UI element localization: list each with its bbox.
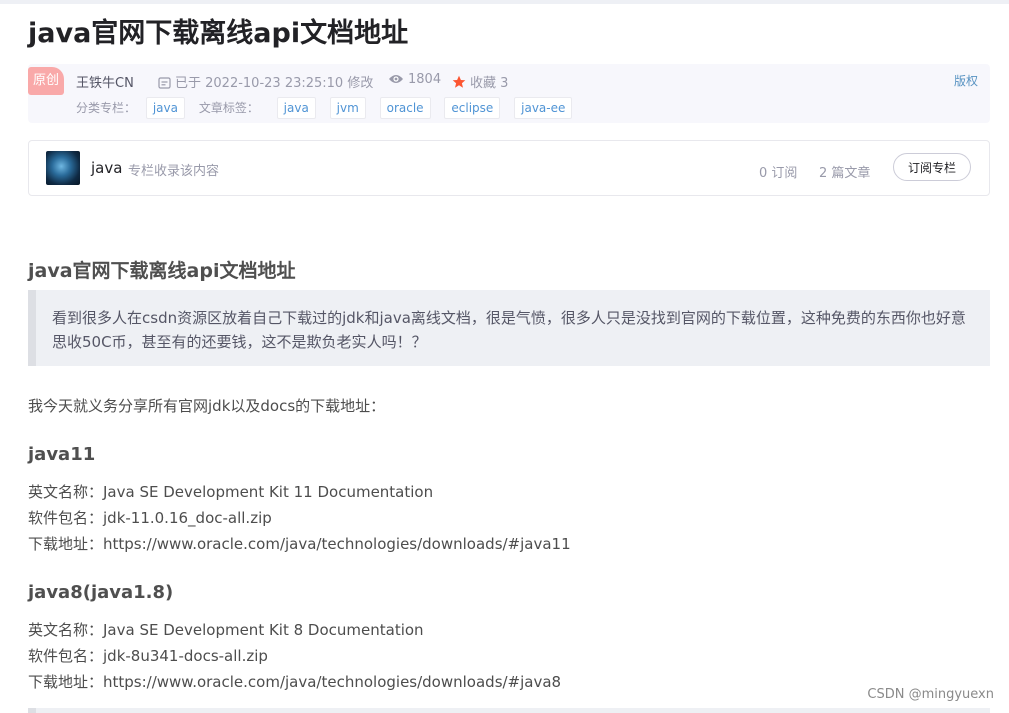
next-blockquote-edge	[28, 708, 990, 713]
section-heading-java8: java8(java1.8)	[28, 582, 174, 603]
view-count: 1804	[388, 72, 441, 87]
intro-paragraph: 我今天就义务分享所有官网jdk以及docs的下载地址：	[28, 397, 386, 415]
calendar-edit-icon	[158, 77, 171, 89]
column-name[interactable]: java	[91, 159, 122, 177]
original-badge: 原创	[28, 67, 64, 95]
column-avatar[interactable]	[46, 151, 80, 185]
blockquote-text: 看到很多人在csdn资源区放着自己下载过的jdk和java离线文档，很是气愤，很…	[52, 309, 966, 351]
article-page: java官网下载离线api文档地址 原创 王铁牛CN 已于 2022-10-23…	[0, 0, 1009, 713]
column-subscribers: 0 订阅	[759, 166, 798, 181]
article-meta-box: 原创 王铁牛CN 已于 2022-10-23 23:25:10 修改 1804 …	[28, 64, 990, 123]
java11-english-name: 英文名称：Java SE Development Kit 11 Document…	[28, 483, 434, 501]
java8-english-name: 英文名称：Java SE Development Kit 8 Documenta…	[28, 621, 424, 639]
tag-row: 分类专栏： java 文章标签： java jvm oracle eclipse…	[76, 97, 573, 121]
modified-date-text: 已于 2022-10-23 23:25:10 修改	[175, 76, 374, 91]
java11-download-url: 下载地址：https://www.oracle.com/java/technol…	[28, 535, 571, 553]
copyright-link[interactable]: 版权	[954, 72, 978, 89]
category-tag[interactable]: java	[145, 97, 185, 119]
star-icon	[452, 75, 466, 88]
content-heading: java官网下载离线api文档地址	[28, 260, 296, 282]
article-tag[interactable]: eclipse	[444, 97, 501, 119]
favorite-button[interactable]: 收藏 3	[452, 72, 508, 91]
top-divider	[0, 0, 1009, 4]
java8-package-name: 软件包名：jdk-8u341-docs-all.zip	[28, 647, 268, 665]
column-articles: 2 篇文章	[819, 166, 871, 181]
article-tag[interactable]: java-ee	[514, 97, 573, 119]
view-count-text: 1804	[408, 72, 442, 87]
category-label: 分类专栏：	[76, 101, 137, 115]
modified-date: 已于 2022-10-23 23:25:10 修改	[158, 72, 373, 91]
article-tags-label: 文章标签：	[198, 101, 259, 115]
author-link[interactable]: 王铁牛CN	[76, 72, 134, 91]
article-title: java官网下载离线api文档地址	[28, 18, 409, 49]
blockquote: 看到很多人在csdn资源区放着自己下载过的jdk和java离线文档，很是气愤，很…	[28, 290, 990, 366]
column-card: java 专栏收录该内容 0 订阅 2 篇文章 订阅专栏	[28, 140, 990, 196]
subscribe-column-button[interactable]: 订阅专栏	[893, 153, 971, 181]
csdn-watermark: CSDN @mingyuexn	[867, 687, 994, 702]
favorite-count-text: 收藏 3	[470, 76, 509, 91]
java11-package-name: 软件包名：jdk-11.0.16_doc-all.zip	[28, 509, 272, 527]
article-tag[interactable]: jvm	[329, 97, 366, 119]
eye-icon	[389, 75, 403, 83]
article-tag[interactable]: java	[276, 97, 316, 119]
column-description: 专栏收录该内容	[128, 164, 220, 179]
article-tag[interactable]: oracle	[379, 97, 431, 119]
java8-download-url: 下载地址：https://www.oracle.com/java/technol…	[28, 673, 562, 691]
section-heading-java11: java11	[28, 444, 96, 465]
